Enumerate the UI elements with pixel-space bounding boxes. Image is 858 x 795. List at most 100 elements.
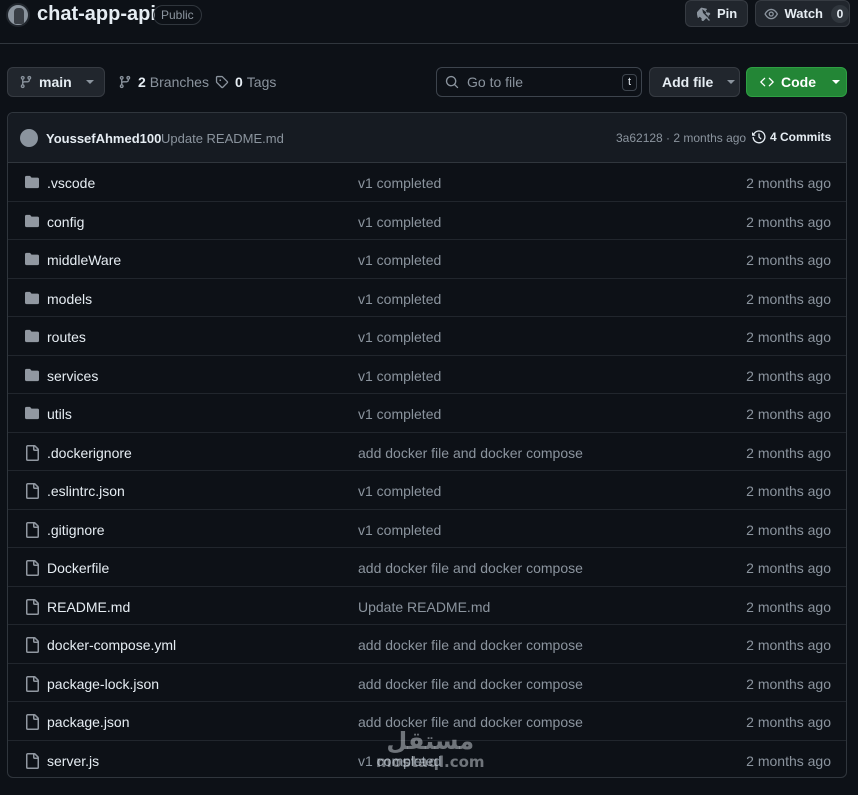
- file-commit-message[interactable]: add docker file and docker compose: [358, 714, 583, 730]
- chevron-down-icon: [832, 80, 840, 84]
- file-row[interactable]: models v1 completed 2 months ago: [8, 279, 846, 317]
- file-icon: [24, 560, 40, 579]
- branch-selector[interactable]: main: [7, 67, 105, 97]
- code-button[interactable]: Code: [746, 67, 847, 97]
- go-to-file-search[interactable]: t: [436, 67, 642, 97]
- owner-avatar[interactable]: [6, 3, 30, 27]
- file-icon: [24, 521, 40, 541]
- pin-button[interactable]: Pin: [685, 0, 748, 27]
- commit-message[interactable]: Update README.md: [161, 131, 284, 146]
- file-name-link[interactable]: package.json: [47, 714, 130, 730]
- folder-icon: [24, 291, 40, 308]
- file-commit-message[interactable]: add docker file and docker compose: [358, 560, 583, 576]
- file-row[interactable]: services v1 completed 2 months ago: [8, 356, 846, 394]
- file-name-link[interactable]: docker-compose.yml: [47, 637, 176, 653]
- file-commit-age: 2 months ago: [746, 675, 831, 692]
- file-commit-message[interactable]: v1 completed: [358, 291, 441, 307]
- history-icon: [752, 130, 766, 144]
- code-label: Code: [781, 74, 816, 90]
- repo-name[interactable]: chat-app-api: [37, 3, 156, 26]
- file-commit-age: 2 months ago: [746, 444, 831, 461]
- file-row[interactable]: README.md Update README.md 2 months ago: [8, 587, 846, 625]
- tags-link[interactable]: 0 Tags: [215, 74, 276, 90]
- file-commit-age: 2 months ago: [746, 483, 831, 499]
- file-commit-message[interactable]: v1 completed: [358, 522, 441, 538]
- file-commit-message[interactable]: v1 completed: [358, 175, 441, 191]
- file-name-link[interactable]: .vscode: [47, 175, 95, 191]
- file-name-link[interactable]: utils: [47, 406, 72, 422]
- file-row[interactable]: package.json add docker file and docker c…: [8, 702, 846, 741]
- file-commit-age: 2 months ago: [746, 521, 831, 538]
- folder-icon: [24, 368, 40, 385]
- file-icon: [24, 483, 40, 502]
- file-commit-age: 2 months ago: [746, 560, 831, 576]
- git-branch-icon: [119, 75, 131, 89]
- file-row[interactable]: .eslintrc.json v1 completed 2 months ago: [8, 471, 846, 510]
- file-commit-message[interactable]: v1 completed: [358, 483, 441, 499]
- file-name-link[interactable]: services: [47, 368, 98, 384]
- file-name-link[interactable]: Dockerfile: [47, 560, 109, 576]
- file-row[interactable]: .gitignore v1 completed 2 months ago: [8, 510, 846, 548]
- pin-icon: [697, 7, 711, 21]
- file-row[interactable]: Dockerfile add docker file and docker com…: [8, 548, 846, 587]
- repo-header: chat-app-api Public Pin Watch 0: [0, 0, 858, 44]
- tag-icon: [215, 75, 229, 89]
- file-commit-message[interactable]: v1 completed: [358, 214, 441, 230]
- watch-button[interactable]: Watch 0: [755, 0, 850, 27]
- tags-count: 0: [235, 74, 243, 90]
- file-name-link[interactable]: models: [47, 291, 92, 307]
- tags-label: Tags: [246, 74, 277, 90]
- file-commit-message[interactable]: v1 completed: [358, 368, 441, 384]
- branches-label: Branches: [149, 74, 209, 90]
- file-commit-age: 2 months ago: [746, 213, 831, 230]
- branch-name: main: [39, 74, 72, 90]
- file-row[interactable]: .dockerignore add docker file and docker …: [8, 433, 846, 471]
- search-icon: [445, 75, 459, 89]
- branches-link[interactable]: 2 Branches: [118, 74, 209, 90]
- file-commit-age: 2 months ago: [746, 752, 831, 769]
- file-commit-message[interactable]: add docker file and docker compose: [358, 676, 583, 692]
- watch-count: 0: [831, 4, 849, 23]
- commit-sha-time[interactable]: 3a62128 · 2 months ago: [616, 131, 746, 145]
- file-name-link[interactable]: package-lock.json: [47, 676, 159, 692]
- watch-label: Watch: [784, 6, 823, 21]
- file-name-link[interactable]: .dockerignore: [47, 445, 132, 461]
- file-row[interactable]: routes v1 completed 2 months ago: [8, 317, 846, 356]
- author-avatar[interactable]: [20, 129, 38, 147]
- file-name-link[interactable]: server.js: [47, 753, 99, 769]
- file-commit-age: 2 months ago: [746, 175, 831, 191]
- file-commit-message[interactable]: v1 completed: [358, 406, 441, 422]
- file-commit-message[interactable]: Update README.md: [358, 599, 490, 615]
- file-row[interactable]: docker-compose.yml add docker file and do…: [8, 625, 846, 664]
- file-commit-message[interactable]: v1 completed: [358, 753, 441, 769]
- file-row[interactable]: utils v1 completed 2 months ago: [8, 394, 846, 433]
- file-commit-message[interactable]: v1 completed: [358, 252, 441, 268]
- chevron-down-icon: [85, 80, 94, 84]
- add-file-button[interactable]: Add file: [649, 67, 740, 97]
- file-name-link[interactable]: config: [47, 214, 84, 230]
- file-name-link[interactable]: middleWare: [47, 252, 121, 268]
- file-commit-message[interactable]: add docker file and docker compose: [358, 445, 583, 461]
- commits-history-link[interactable]: 4 Commits: [752, 130, 831, 144]
- search-input[interactable]: [467, 74, 617, 90]
- file-commit-age: 2 months ago: [746, 637, 831, 653]
- file-icon: [24, 598, 40, 618]
- file-commit-age: 2 months ago: [746, 290, 831, 307]
- file-name-link[interactable]: .gitignore: [47, 522, 105, 538]
- eye-icon: [764, 8, 779, 19]
- file-row[interactable]: config v1 completed 2 months ago: [8, 202, 846, 240]
- file-name-link[interactable]: routes: [47, 329, 86, 345]
- git-branch-icon: [20, 75, 32, 89]
- file-name-link[interactable]: .eslintrc.json: [47, 483, 125, 499]
- commit-author[interactable]: YoussefAhmed100: [46, 131, 161, 146]
- file-icon: [24, 714, 40, 733]
- code-icon: [760, 77, 774, 87]
- file-commit-message[interactable]: add docker file and docker compose: [358, 637, 583, 653]
- file-row[interactable]: .vscode v1 completed 2 months ago: [8, 163, 846, 202]
- file-name-link[interactable]: README.md: [47, 599, 130, 615]
- file-row[interactable]: middleWare v1 completed 2 months ago: [8, 240, 846, 279]
- file-row[interactable]: server.js v1 completed 2 months ago: [8, 741, 846, 778]
- file-row[interactable]: package-lock.json add docker file and doc…: [8, 664, 846, 702]
- file-commit-message[interactable]: v1 completed: [358, 329, 441, 345]
- file-commit-age: 2 months ago: [746, 598, 831, 615]
